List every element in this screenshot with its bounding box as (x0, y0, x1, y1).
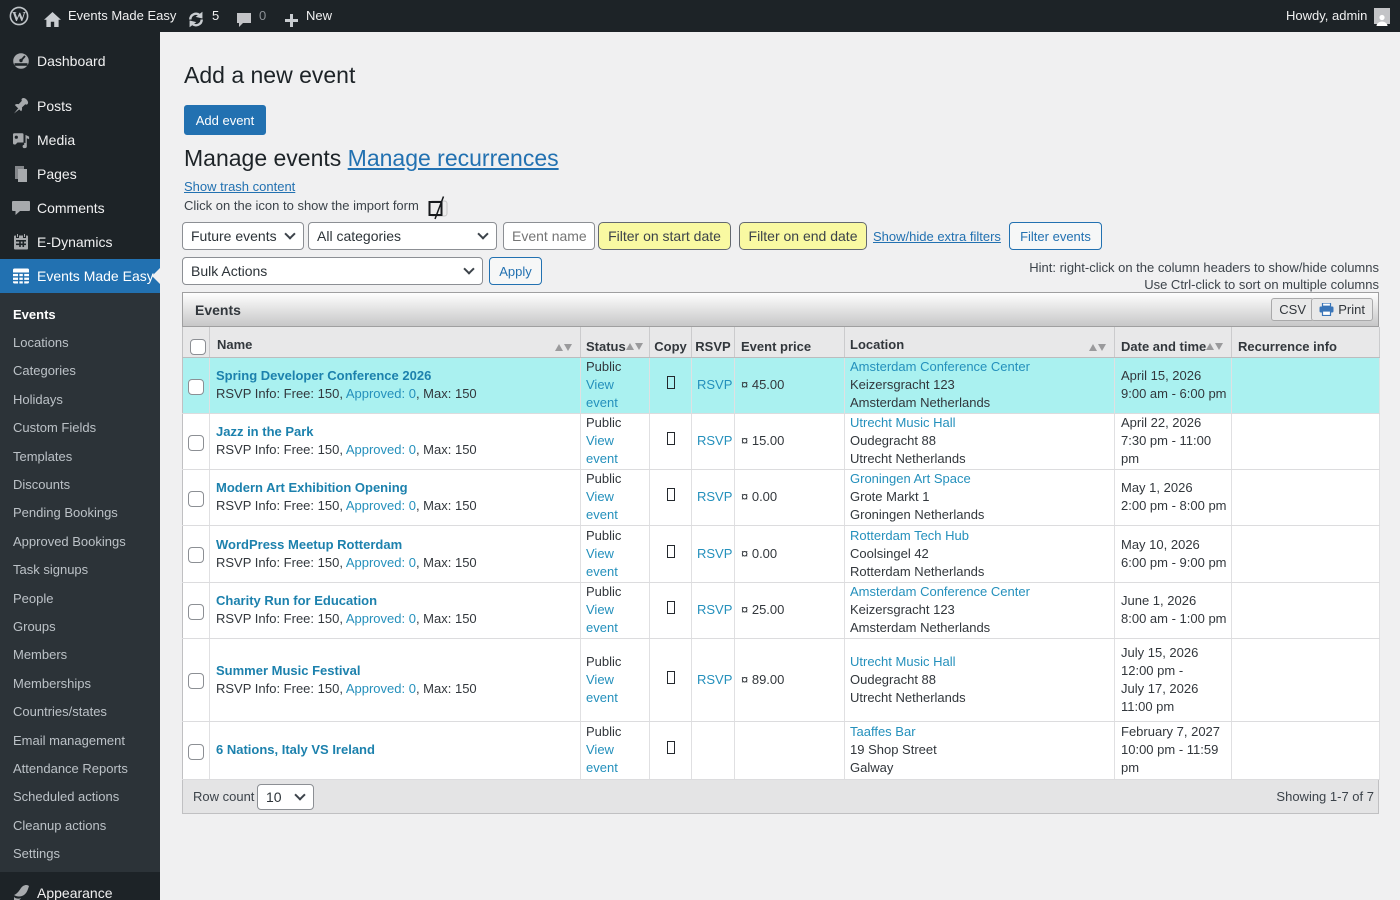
svg-text:W: W (12, 10, 26, 25)
